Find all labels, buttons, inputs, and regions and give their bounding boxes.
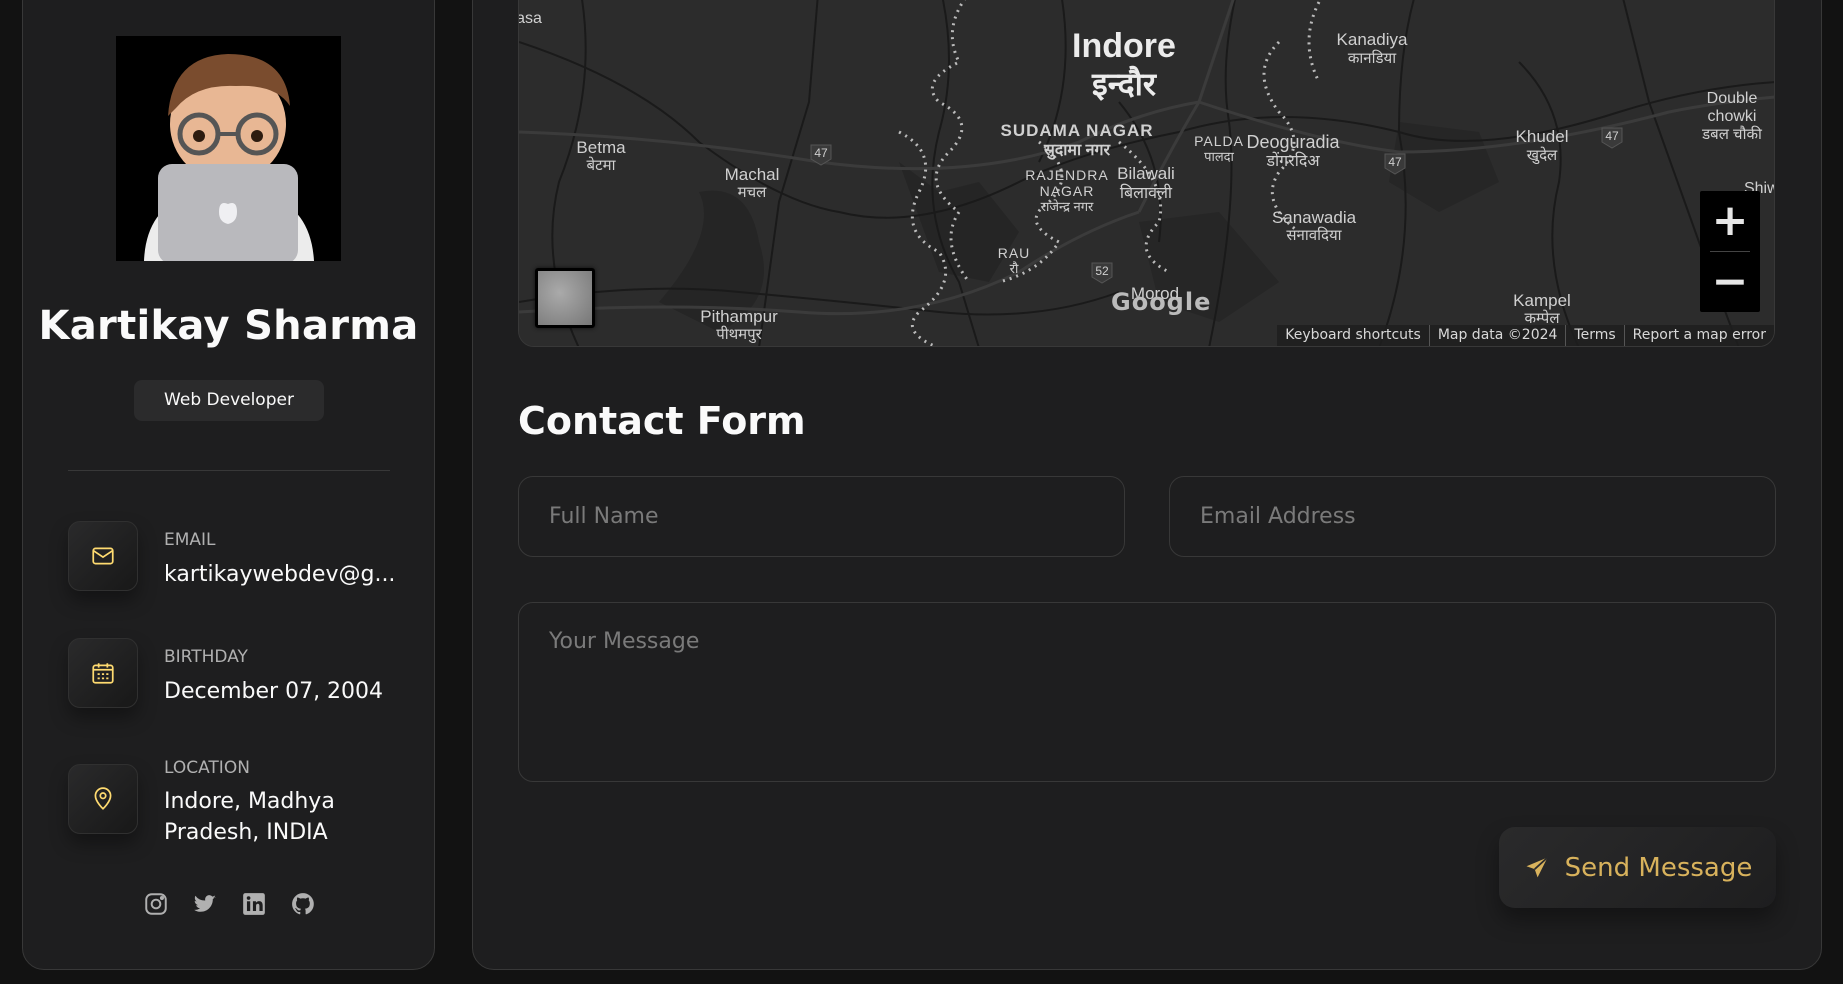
profile-sidebar: Kartikay Sharma Web Developer Email kart… [22,0,435,970]
map-label: सनावदिया [1286,226,1342,244]
highway-shield: 47 [1605,129,1619,143]
map-label: Double [1707,90,1758,107]
message-textarea[interactable] [518,602,1776,782]
highway-shield: 47 [814,146,828,160]
zoom-controls: + − [1700,191,1760,312]
map-label: Betma [576,138,626,157]
map-label: RAU [998,245,1031,261]
map-label: chowki [1708,108,1757,125]
map-label: मचल [738,184,767,201]
memoji-avatar-icon [116,36,341,261]
github-icon[interactable] [290,891,316,917]
map-label: NAGAR [1040,183,1095,199]
contact-title: Location [164,758,250,778]
map-label: डबल चौकी [1701,125,1763,143]
birthday-value: December 07, 2004 [164,679,384,704]
email-input[interactable] [1169,476,1776,557]
avatar [116,36,341,261]
map-label: Deoguradia [1246,132,1340,152]
map-type-toggle[interactable] [535,268,595,328]
location-value: Indore, Madhya Pradesh, INDIA [164,789,335,845]
highway-shield: 52 [1095,264,1109,278]
map-label: राजेन्द्र नगर [1041,199,1094,214]
profile-name: Kartikay Sharma [38,303,419,349]
map-embed[interactable]: Indore इन्दौर SUDAMA NAGAR सुदामा नगर RA… [518,0,1775,347]
map-label: Kanadiya [1337,30,1408,49]
full-name-input[interactable] [518,476,1125,557]
google-logo: Google [1111,288,1212,316]
map-attribution: Keyboard shortcuts Map data ©2024 Terms … [1277,325,1774,346]
form-title: Contact Form [518,399,806,443]
send-icon [1526,856,1548,877]
zoom-in-button[interactable]: + [1700,191,1760,251]
instagram-icon[interactable] [143,891,169,917]
map-label: Khudel [1516,127,1569,146]
twitter-icon[interactable] [192,891,218,917]
location-pin-icon [68,764,138,834]
map-label: Machal [725,165,780,184]
report-error-link[interactable]: Report a map error [1623,325,1774,346]
map-label: इन्दौर [1091,65,1158,102]
map-label: Indore [1072,27,1176,65]
contact-section: Indore इन्दौर SUDAMA NAGAR सुदामा नगर RA… [472,0,1822,970]
calendar-icon [68,638,138,708]
map-label: Sanawadia [1272,208,1357,227]
email-link[interactable]: kartikaywebdev@g... [164,559,395,590]
map-label: RAJENDRA [1025,167,1108,183]
map-label: Kampel [1513,291,1571,310]
map-label: सुदामा नगर [1043,142,1112,160]
mail-icon [68,521,138,591]
map-label: बेटमा [587,156,617,174]
map-label: PALDA [1194,133,1244,149]
separator [68,470,390,471]
contact-title: Email [164,530,216,550]
zoom-out-button[interactable]: − [1700,252,1760,312]
keyboard-shortcuts-link[interactable]: Keyboard shortcuts [1277,325,1429,346]
map-label: पीथमपुर [716,325,762,344]
contact-title: Birthday [164,647,248,667]
map-label: asa [519,10,542,27]
map-label: रौ [1010,261,1019,276]
terms-link[interactable]: Terms [1565,325,1623,346]
map-label: खुदेल [1527,146,1558,165]
linkedin-icon[interactable] [241,891,267,917]
social-links [143,891,316,917]
map-label: डोंगरदिअ [1265,151,1320,170]
send-message-button[interactable]: Send Message [1499,827,1776,908]
role-badge: Web Developer [134,380,324,421]
map-label: कानडिया [1348,49,1397,67]
map-label: Bilawali [1117,164,1175,183]
map-label: SUDAMA NAGAR [1000,121,1153,140]
map-data-text: Map data ©2024 [1428,325,1566,346]
map-label: Pithampur [700,307,778,326]
map-label: बिलावली [1120,183,1173,202]
map-label: पालदा [1204,149,1234,164]
send-label: Send Message [1564,852,1753,883]
highway-shield: 47 [1388,155,1402,169]
